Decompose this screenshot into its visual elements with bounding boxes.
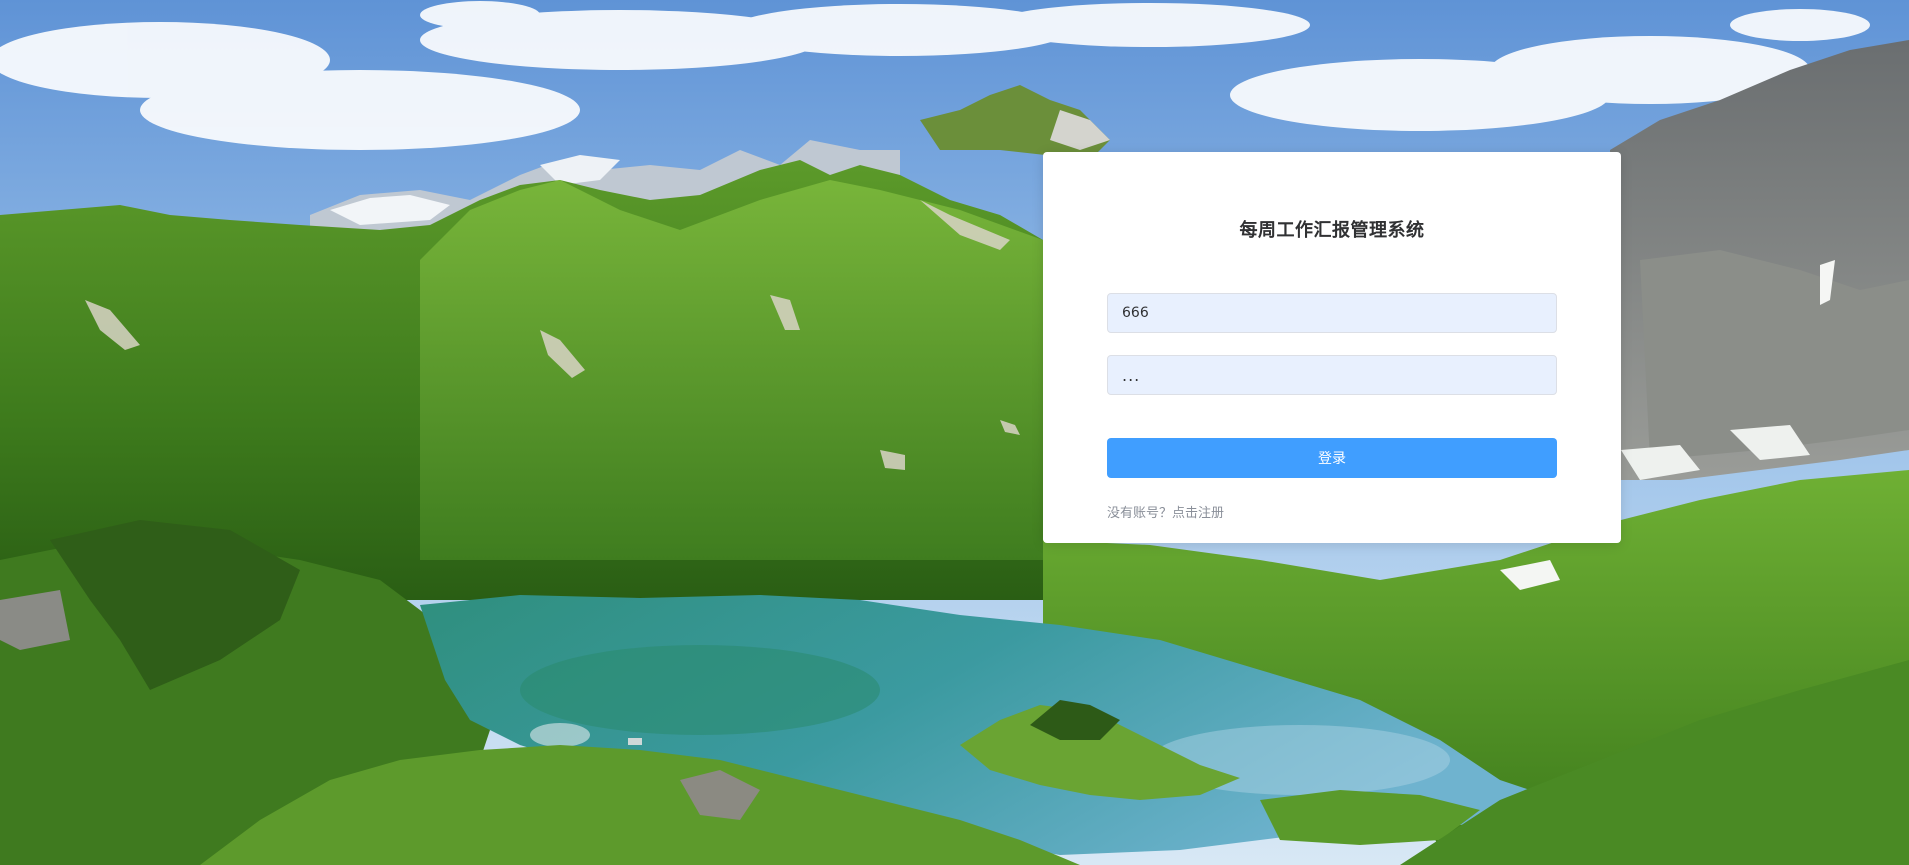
login-button[interactable]: 登录 (1107, 438, 1557, 478)
username-input[interactable] (1107, 293, 1557, 333)
password-input[interactable] (1107, 355, 1557, 395)
background-landscape-image (0, 0, 1909, 865)
login-card: 每周工作汇报管理系统 登录 没有账号？点击注册 (1043, 152, 1621, 543)
register-link[interactable]: 没有账号？点击注册 (1107, 502, 1224, 521)
page-title: 每周工作汇报管理系统 (1239, 220, 1425, 241)
